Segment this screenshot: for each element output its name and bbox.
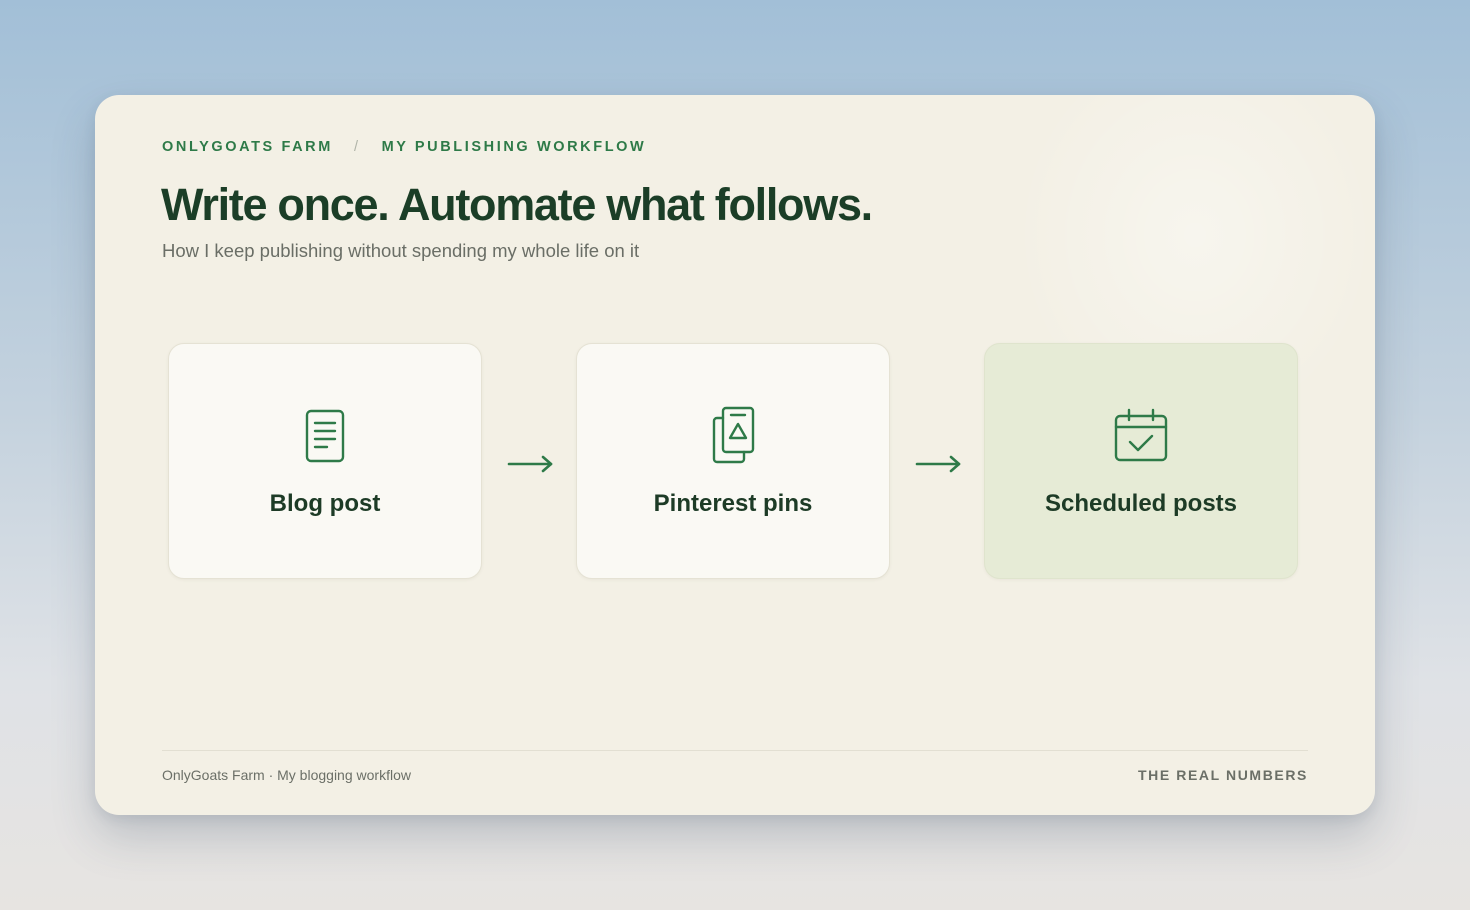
footer-caption: OnlyGoats Farm · My blogging workflow: [162, 767, 411, 783]
step-label: Pinterest pins: [653, 490, 813, 517]
calendar-check-icon: [1114, 408, 1168, 462]
breadcrumb: ONLYGOATS FARM / MY PUBLISHING WORKFLOW: [162, 139, 646, 155]
workflow-slide: ONLYGOATS FARM / MY PUBLISHING WORKFLOW Wr…: [95, 95, 1375, 815]
footer-tag: THE REAL NUMBERS: [1137, 767, 1308, 783]
step-label: Blog post: [269, 490, 381, 517]
breadcrumb-section: MY PUBLISHING WORKFLOW: [381, 139, 647, 155]
breadcrumb-separator: /: [353, 139, 361, 155]
pins-icon: [712, 406, 755, 464]
step-pinterest-pins: Pinterest pins: [576, 343, 890, 579]
arrow-right-icon: [915, 455, 961, 473]
footer-divider: [162, 750, 1308, 751]
page-title: Write once. Automate what follows.: [161, 179, 873, 230]
step-scheduled-posts: Scheduled posts: [984, 343, 1298, 579]
document-icon: [305, 409, 345, 463]
page-subtitle: How I keep publishing without spending m…: [162, 240, 640, 261]
breadcrumb-brand: ONLYGOATS FARM: [162, 139, 333, 155]
step-label: Scheduled posts: [1044, 490, 1238, 517]
step-blog-post: Blog post: [168, 343, 482, 579]
arrow-right-icon: [507, 455, 553, 473]
